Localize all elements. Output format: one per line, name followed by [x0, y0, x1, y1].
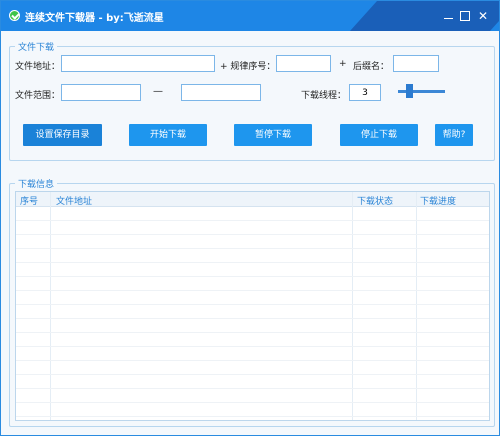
table-row-line — [16, 360, 489, 361]
column-header-index[interactable]: 序号 — [20, 194, 38, 207]
plus-sign: + — [339, 59, 347, 69]
help-button[interactable]: 帮助? — [435, 124, 473, 146]
file-range-label: 文件范围： — [15, 91, 61, 101]
minimize-button[interactable] — [441, 9, 455, 23]
close-button[interactable]: ✕ — [476, 9, 490, 23]
app-window: 连续文件下载器 - by:飞逝流星 ✕ 文件下载 文件地址： + 规律序号： +… — [0, 0, 500, 436]
range-dash: — — [153, 86, 163, 97]
close-icon: ✕ — [477, 9, 489, 23]
file-address-label: 文件地址： — [15, 62, 61, 72]
column-divider — [50, 192, 51, 420]
start-download-button[interactable]: 开始下载 — [129, 124, 207, 146]
table-row-line — [16, 290, 489, 291]
column-divider — [352, 192, 353, 420]
maximize-button[interactable] — [458, 9, 472, 23]
rule-seq-label: + 规律序号： — [220, 62, 276, 72]
column-divider — [416, 192, 417, 420]
pause-download-button[interactable]: 暂停下载 — [234, 124, 312, 146]
table-row-line — [16, 416, 489, 417]
threads-slider-thumb[interactable] — [406, 84, 413, 98]
suffix-label: 后缀名： — [353, 62, 390, 72]
table-row-line — [16, 332, 489, 333]
table-row-line — [16, 276, 489, 277]
table-row-line — [16, 374, 489, 375]
table-row-line — [16, 248, 489, 249]
table-row-line — [16, 234, 489, 235]
threads-input[interactable] — [349, 84, 381, 101]
stop-download-button[interactable]: 停止下载 — [340, 124, 418, 146]
download-list-table[interactable]: 序号 文件地址 下载状态 下载进度 — [15, 191, 490, 421]
download-group-legend: 文件下载 — [15, 40, 58, 53]
window-title: 连续文件下载器 - by:飞逝流星 — [25, 13, 164, 24]
table-row-line — [16, 220, 489, 221]
file-address-input[interactable] — [61, 55, 215, 72]
title-bar[interactable]: 连续文件下载器 - by:飞逝流星 ✕ — [1, 1, 499, 31]
table-row-line — [16, 262, 489, 263]
suffix-input[interactable] — [393, 55, 439, 72]
table-row-line — [16, 318, 489, 319]
threads-label: 下载线程： — [301, 91, 347, 101]
table-header: 序号 文件地址 下载状态 下载进度 — [16, 192, 489, 207]
table-row-line — [16, 346, 489, 347]
range-end-input[interactable] — [181, 84, 261, 101]
app-logo-icon — [9, 10, 20, 21]
column-header-url[interactable]: 文件地址 — [56, 194, 92, 207]
table-row-line — [16, 402, 489, 403]
table-row-line — [16, 304, 489, 305]
minimize-icon — [444, 18, 453, 19]
table-row-line — [16, 388, 489, 389]
info-group-legend: 下载信息 — [15, 177, 58, 190]
rule-seq-input[interactable] — [276, 55, 331, 72]
column-header-progress[interactable]: 下载进度 — [420, 194, 456, 207]
set-save-dir-button[interactable]: 设置保存目录 — [23, 124, 102, 146]
maximize-icon — [460, 11, 470, 21]
range-start-input[interactable] — [61, 84, 141, 101]
column-header-status[interactable]: 下载状态 — [357, 194, 393, 207]
